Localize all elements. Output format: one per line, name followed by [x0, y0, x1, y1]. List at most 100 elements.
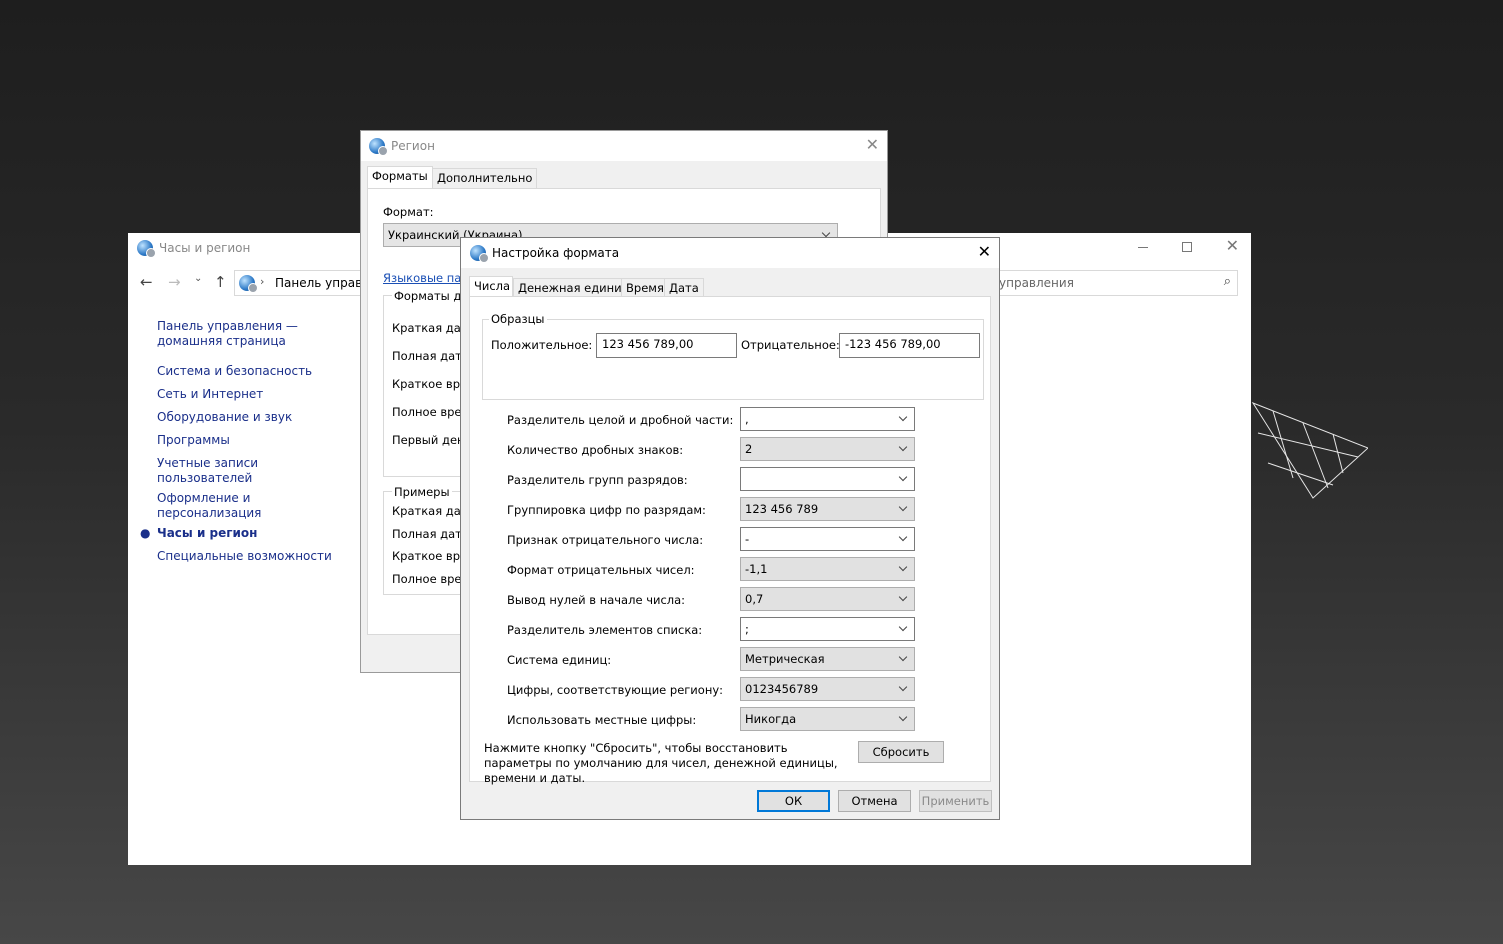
leading-zeros-label: Вывод нулей в начале числа:: [507, 593, 686, 607]
current-item-bullet-icon: ●: [140, 526, 151, 540]
leading-zeros-value: 0,7: [745, 592, 764, 606]
native-digits-select[interactable]: Никогда: [740, 707, 915, 731]
reset-button[interactable]: Сбросить: [858, 741, 944, 763]
list-separator-value: ;: [745, 622, 749, 636]
background-grid-decoration: [1251, 401, 1368, 499]
forward-arrow-icon[interactable]: →: [168, 273, 181, 291]
decimal-digits-select[interactable]: 2: [740, 437, 915, 461]
ok-button[interactable]: ОК: [757, 790, 830, 812]
region-globe-icon: [369, 138, 388, 156]
back-arrow-icon[interactable]: ←: [140, 273, 153, 291]
region-titlebar: Регион ✕: [361, 131, 887, 161]
format-dialog-title: Настройка формата: [492, 246, 620, 260]
chevron-down-icon: [898, 408, 910, 430]
reset-note: Нажмите кнопку "Сбросить", чтобы восстан…: [484, 741, 838, 785]
chevron-down-icon: [898, 678, 910, 700]
leading-zeros-select[interactable]: 0,7: [740, 587, 915, 611]
tab-time[interactable]: Время: [621, 278, 669, 298]
cancel-button[interactable]: Отмена: [838, 790, 911, 812]
positive-label: Положительное:: [491, 338, 593, 352]
negative-sign-label: Признак отрицательного числа:: [507, 533, 704, 547]
format-dialog-titlebar: Настройка формата ✕: [461, 238, 999, 268]
up-arrow-icon[interactable]: ↑: [214, 273, 227, 291]
search-placeholder: управления: [999, 276, 1074, 290]
example-long-time-label: Полное врем: [392, 572, 471, 586]
region-title: Регион: [391, 139, 435, 153]
sidebar-item-home[interactable]: Панель управления — домашняя страница: [157, 319, 337, 349]
negative-format-label: Формат отрицательных чисел:: [507, 563, 695, 577]
decimal-symbol-value: ,: [745, 412, 749, 426]
sidebar-item-network[interactable]: Сеть и Интернет: [157, 387, 263, 401]
format-tabstrip: Числа Денежная единица Время Дата: [469, 276, 991, 298]
list-separator-select[interactable]: ;: [740, 617, 915, 641]
standard-digits-select[interactable]: 0123456789: [740, 677, 915, 701]
measurement-system-label: Система единиц:: [507, 653, 612, 667]
chevron-down-icon: [898, 468, 910, 490]
sidebar-item-appearance[interactable]: Оформление и персонализация: [157, 491, 337, 521]
chevron-down-icon: [898, 588, 910, 610]
chevron-down-icon: [898, 558, 910, 580]
search-box[interactable]: управления ⌕: [998, 270, 1238, 296]
sidebar-item-accounts[interactable]: Учетные записи пользователей: [157, 456, 337, 486]
negative-sample-field: -123 456 789,00: [839, 333, 980, 358]
search-icon[interactable]: ⌕: [1224, 274, 1231, 289]
region-tabstrip: Форматы Дополнительно: [367, 166, 881, 190]
format-dialog-globe-icon: [470, 245, 489, 263]
tab-additional[interactable]: Дополнительно: [432, 168, 538, 188]
decimal-digits-label: Количество дробных знаков:: [507, 443, 684, 457]
negative-sign-select[interactable]: -: [740, 527, 915, 551]
maximize-icon[interactable]: [1182, 242, 1192, 252]
sidebar-item-hardware[interactable]: Оборудование и звук: [157, 410, 292, 424]
tab-date[interactable]: Дата: [664, 278, 704, 298]
language-settings-link[interactable]: Языковые пар: [383, 271, 469, 285]
negative-format-select[interactable]: -1,1: [740, 557, 915, 581]
minimize-icon[interactable]: [1138, 247, 1148, 248]
negative-sign-value: -: [745, 532, 750, 546]
tab-numbers[interactable]: Числа: [469, 276, 513, 298]
digit-grouping-symbol-label: Разделитель групп разрядов:: [507, 473, 688, 487]
breadcrumb-separator-icon: ›: [260, 275, 265, 288]
native-digits-value: Никогда: [745, 712, 797, 726]
negative-label: Отрицательное:: [741, 338, 840, 352]
list-separator-label: Разделитель элементов списка:: [507, 623, 703, 637]
chevron-down-icon: [898, 498, 910, 520]
chevron-down-icon: [898, 618, 910, 640]
digit-grouping-symbol-select[interactable]: [740, 467, 915, 491]
measurement-system-select[interactable]: Метрическая: [740, 647, 915, 671]
measurement-system-value: Метрическая: [745, 652, 825, 666]
decimal-digits-value: 2: [745, 442, 753, 456]
sidebar-item-programs[interactable]: Программы: [157, 433, 230, 447]
sidebar-item-clock-region[interactable]: Часы и регион: [157, 526, 257, 540]
decimal-symbol-select[interactable]: ,: [740, 407, 915, 431]
close-icon[interactable]: ✕: [1226, 236, 1239, 255]
format-label: Формат:: [383, 205, 434, 219]
negative-format-value: -1,1: [745, 562, 768, 576]
format-tab-panel: Образцы Положительное: 123 456 789,00 От…: [469, 296, 991, 785]
sidebar-item-security[interactable]: Система и безопасность: [157, 364, 312, 378]
recent-chevron-icon[interactable]: ⌄: [194, 273, 202, 284]
format-dialog-close-icon[interactable]: ✕: [978, 242, 991, 261]
examples-title: Примеры: [392, 485, 452, 499]
address-globe-icon: [239, 275, 258, 293]
clock-region-icon: [137, 240, 156, 258]
tab-formats[interactable]: Форматы: [367, 166, 433, 188]
samples-group: Образцы Положительное: 123 456 789,00 От…: [482, 312, 984, 400]
chevron-down-icon: [898, 648, 910, 670]
chevron-down-icon: [898, 528, 910, 550]
native-digits-label: Использовать местные цифры:: [507, 713, 697, 727]
chevron-down-icon: [898, 438, 910, 460]
digit-grouping-select[interactable]: 123 456 789: [740, 497, 915, 521]
chevron-down-icon: [898, 708, 910, 730]
control-panel-title: Часы и регион: [159, 241, 251, 255]
format-dialog: Настройка формата ✕ Числа Денежная едини…: [460, 237, 1000, 820]
decimal-symbol-label: Разделитель целой и дробной части:: [507, 413, 734, 427]
digit-grouping-value: 123 456 789: [745, 502, 819, 516]
region-close-icon[interactable]: ✕: [866, 135, 879, 154]
standard-digits-value: 0123456789: [745, 682, 819, 696]
long-date-label: Полная дата: [392, 349, 469, 363]
positive-sample-field: 123 456 789,00: [596, 333, 737, 358]
digit-grouping-label: Группировка цифр по разрядам:: [507, 503, 706, 517]
sidebar-item-accessibility[interactable]: Специальные возможности: [157, 549, 332, 563]
samples-title: Образцы: [489, 312, 547, 326]
apply-button[interactable]: Применить: [919, 790, 992, 812]
